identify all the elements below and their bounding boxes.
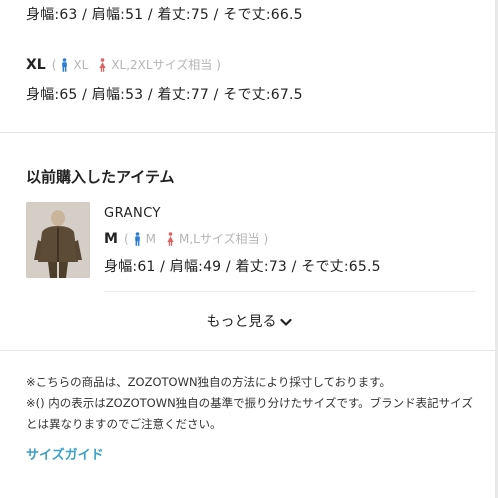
item-size-row: M ( M M,Lサイズ相当 ) [104,230,268,247]
show-more-label: もっと見る [206,314,277,330]
item-photo-image [26,202,90,278]
open-paren: ( [123,231,129,246]
item-brand-name[interactable]: GRANCY [104,206,161,221]
size-equivalents: ( XL XL,2XLサイズ相当 ) [52,56,221,73]
item-measurements: 身幅:61 / 肩幅:49 / 着丈:73 / そで丈:65.5 [104,259,381,275]
close-paren: ) [263,231,269,246]
close-paren: ) [216,57,221,72]
section-divider [0,350,498,351]
size-name: XL [26,56,46,73]
size-guide-link[interactable]: サイズガイド [26,444,104,463]
measurement-notes: ※こちらの商品は、ZOZOTOWN独自の方法により採寸しております。 ※() 内… [26,372,476,435]
chevron-down-icon [279,318,292,326]
male-figure-icon [62,57,68,72]
size-info-panel: 身幅:63 / 肩幅:51 / 着丈:75 / そで丈:66.5 XL ( XL… [0,0,498,498]
size-row-xl: XL ( XL XL,2XLサイズ相当 ) [26,56,221,73]
section-title-previous-items: 以前購入したアイテム [26,168,175,186]
note-line-method: ※こちらの商品は、ZOZOTOWN独自の方法により採寸しております。 [26,375,391,389]
item-size-name: M [104,230,118,247]
male-figure-icon [134,231,140,246]
section-divider [0,132,498,133]
female-figure-icon [167,231,174,246]
open-paren: ( [51,57,57,72]
female-size-label: XL,2XLサイズ相当 [111,58,213,72]
item-size-equivalents: ( M M,Lサイズ相当 ) [124,230,268,247]
show-more-button[interactable]: もっと見る [0,311,498,331]
size-measurements-xl: 身幅:65 / 肩幅:53 / 着丈:77 / そで丈:67.5 [26,87,303,103]
male-size-label: M [145,231,156,246]
female-figure-icon [99,57,106,72]
item-divider [104,291,476,292]
item-thumbnail[interactable] [26,202,90,278]
size-measurements-top: 身幅:63 / 肩幅:51 / 着丈:75 / そで丈:66.5 [26,7,303,23]
male-size-label: XL [73,57,89,72]
note-line-size-basis: ※() 内の表示はZOZOTOWN独自の基準で振り分けたサイズです。ブランド表記… [26,396,473,431]
female-size-label: M,Lサイズ相当 [178,232,260,246]
